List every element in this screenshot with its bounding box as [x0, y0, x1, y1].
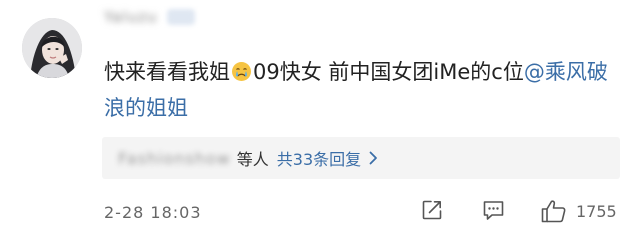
reply-count-label: 共33条回复 — [276, 150, 362, 169]
share-button[interactable] — [420, 198, 444, 222]
share-icon — [422, 200, 442, 220]
reply-connector: 等人 — [236, 150, 269, 169]
comment-card: Yaluzu 快来看看我姐 09快女 前中国女团iMe的c位@乘风破浪的姐姐 F… — [0, 0, 640, 242]
like-count: 1755 — [576, 201, 617, 221]
reply-count-link[interactable]: 共33条回复 — [277, 146, 378, 170]
chevron-right-icon — [369, 151, 378, 165]
crying-face-icon — [231, 57, 252, 81]
like-button[interactable]: 1755 — [540, 198, 617, 224]
username[interactable]: Yaluzu — [104, 8, 157, 26]
comment-text: 快来看看我姐 09快女 前中国女团iMe的c位@乘风破浪的姐姐 — [104, 54, 624, 126]
replies-bar[interactable]: Fashionshow 等人 共33条回复 — [102, 137, 620, 179]
comment-icon — [483, 201, 504, 220]
username-row: Yaluzu — [104, 6, 196, 28]
reply-username[interactable]: Fashionshow — [118, 149, 231, 168]
comment-button[interactable] — [481, 198, 506, 222]
user-badge — [167, 9, 196, 25]
like-icon — [541, 200, 566, 223]
timestamp: 2-28 18:03 — [104, 203, 202, 222]
comment-text-part1: 快来看看我姐 — [104, 60, 230, 84]
comment-text-part2: 09快女 前中国女团iMe的c位 — [253, 60, 524, 84]
avatar[interactable] — [22, 18, 82, 78]
